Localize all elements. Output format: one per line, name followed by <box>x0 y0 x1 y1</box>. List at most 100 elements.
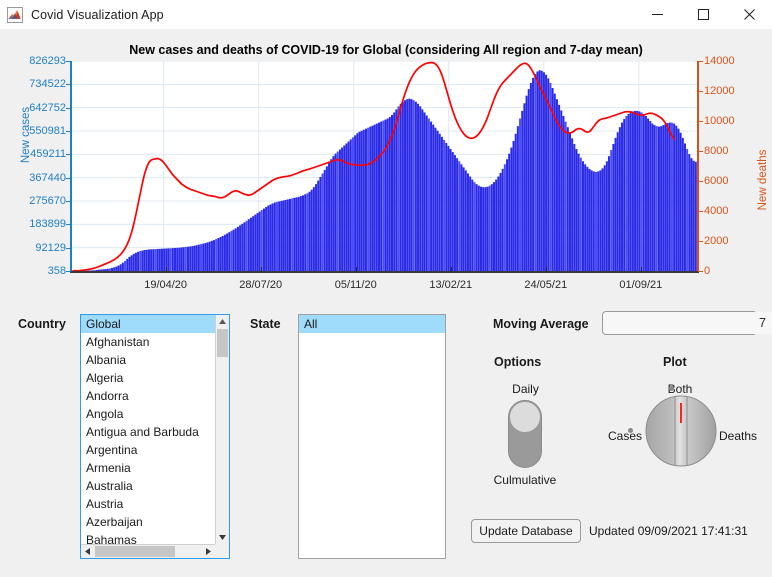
right-tick-mark <box>698 151 703 152</box>
country-scroll-thumb[interactable] <box>217 329 228 357</box>
options-label: Options <box>494 355 542 369</box>
state-item[interactable]: All <box>299 315 445 333</box>
left-axis-label: New cases <box>20 106 32 164</box>
options-daily-label[interactable]: Daily <box>468 382 583 396</box>
app-window: Covid Visualization App New cases and de… <box>0 0 772 577</box>
controls-panel: Country Global Afghanistan Albania Algeria A… <box>0 297 772 577</box>
x-tick-mark <box>355 267 357 272</box>
country-item[interactable]: Algeria <box>81 369 215 387</box>
plot-label: Plot <box>663 355 687 369</box>
plot-cases-label[interactable]: Cases <box>592 429 642 443</box>
left-tick-label: 92129 <box>35 241 66 254</box>
moving-average-spinner[interactable] <box>602 311 772 335</box>
country-item[interactable]: Andorra <box>81 387 215 405</box>
x-tick-mark <box>165 267 167 272</box>
left-tick-label: 275670 <box>29 195 66 207</box>
plot-knob[interactable] <box>645 395 717 467</box>
left-axis-line <box>70 61 72 272</box>
country-item[interactable]: Global <box>81 315 215 333</box>
right-tick-label: 6000 <box>704 175 729 187</box>
left-tick-label: 367440 <box>29 171 66 184</box>
country-vertical-scrollbar[interactable] <box>215 315 229 544</box>
right-tick-mark <box>698 271 703 272</box>
right-tick-label: 12000 <box>704 85 735 97</box>
x-tick-label: 28/07/20 <box>239 279 283 291</box>
matlab-app-icon <box>7 6 23 23</box>
left-tick-label: 183899 <box>29 218 66 231</box>
moving-average-label: Moving Average <box>493 317 589 331</box>
left-tick-mark <box>66 224 71 226</box>
x-tick-mark <box>450 267 452 272</box>
right-tick-mark <box>698 181 703 182</box>
right-tick-mark <box>698 91 703 92</box>
country-hscroll-thumb[interactable] <box>95 546 175 557</box>
country-item[interactable]: Afghanistan <box>81 333 215 351</box>
plot-deaths-label[interactable]: Deaths <box>719 429 757 443</box>
country-item[interactable]: Albania <box>81 351 215 369</box>
plot-both-label[interactable]: Both <box>635 382 725 396</box>
right-tick-mark <box>698 211 703 212</box>
options-toggle-knob[interactable] <box>509 401 541 433</box>
title-bar: Covid Visualization App <box>0 0 772 30</box>
x-tick-label: 13/02/21 <box>429 279 473 291</box>
country-item[interactable]: Antigua and Barbuda <box>81 423 215 441</box>
country-item[interactable]: Angola <box>81 405 215 423</box>
plot-knob-graphic[interactable] <box>645 395 717 467</box>
state-listbox[interactable]: All <box>298 314 446 559</box>
right-tick-mark <box>698 61 703 62</box>
country-item[interactable]: Argentina <box>81 441 215 459</box>
scroll-left-icon[interactable] <box>81 545 94 558</box>
right-tick-label: 4000 <box>704 205 729 217</box>
right-tick-mark <box>698 241 703 242</box>
maximize-button[interactable] <box>680 0 726 29</box>
left-tick-label: 459211 <box>30 148 66 161</box>
country-item[interactable]: Azerbaijan <box>81 513 215 531</box>
left-tick-mark <box>66 201 71 202</box>
right-tick-label: 2000 <box>704 235 729 247</box>
right-tick-mark <box>698 121 703 122</box>
chart-panel: New cases and deaths of COVID-19 for Glo… <box>0 29 772 297</box>
left-tick-label: 734522 <box>29 78 66 91</box>
state-item-list: All <box>299 315 445 333</box>
country-item[interactable]: Austria <box>81 495 215 513</box>
minimize-button[interactable] <box>634 0 680 29</box>
x-tick-label: 01/09/21 <box>619 279 663 291</box>
left-tick-mark <box>66 154 71 156</box>
x-tick-mark <box>640 267 642 272</box>
left-tick-label: 550981 <box>29 125 66 137</box>
country-item[interactable]: Armenia <box>81 459 215 477</box>
right-tick-label: 10000 <box>704 115 735 127</box>
plot-canvas[interactable] <box>72 61 697 271</box>
plot-tick-both <box>669 386 674 391</box>
left-tick-label: 358 <box>47 265 66 277</box>
x-tick-mark <box>260 267 262 272</box>
chart-title: New cases and deaths of COVID-19 for Glo… <box>129 43 643 57</box>
plot-area <box>72 61 697 271</box>
right-tick-label: 8000 <box>704 145 729 157</box>
right-tick-label: 14000 <box>704 55 735 67</box>
window-title: Covid Visualization App <box>31 7 164 22</box>
country-item[interactable]: Australia <box>81 477 215 495</box>
scroll-down-icon[interactable] <box>216 531 229 544</box>
right-axis-label: New deaths <box>757 149 769 211</box>
right-tick-label: 0 <box>704 265 711 277</box>
scroll-right-icon[interactable] <box>202 545 215 558</box>
close-button[interactable] <box>726 0 772 29</box>
country-horizontal-scrollbar[interactable] <box>81 544 215 558</box>
x-tick-label: 19/04/20 <box>144 279 188 291</box>
update-database-button[interactable]: Update Database <box>471 519 581 543</box>
left-tick-mark <box>66 271 71 272</box>
chart-graphics <box>72 61 697 271</box>
x-axis-line <box>70 271 699 273</box>
country-listbox[interactable]: Global Afghanistan Albania Algeria Andorra An… <box>80 314 230 559</box>
left-tick-label: 826293 <box>29 55 66 67</box>
moving-average-input[interactable] <box>603 312 772 334</box>
x-tick-mark <box>545 267 547 272</box>
scroll-up-icon[interactable] <box>216 315 229 328</box>
database-status-text: Updated 09/09/2021 17:41:31 <box>589 524 748 538</box>
options-cumulative-label[interactable]: Culmulative <box>455 473 595 487</box>
options-toggle-switch[interactable] <box>508 400 542 468</box>
left-tick-mark <box>66 84 71 86</box>
left-tick-mark <box>66 107 71 109</box>
x-tick-label: 24/05/21 <box>524 279 568 291</box>
